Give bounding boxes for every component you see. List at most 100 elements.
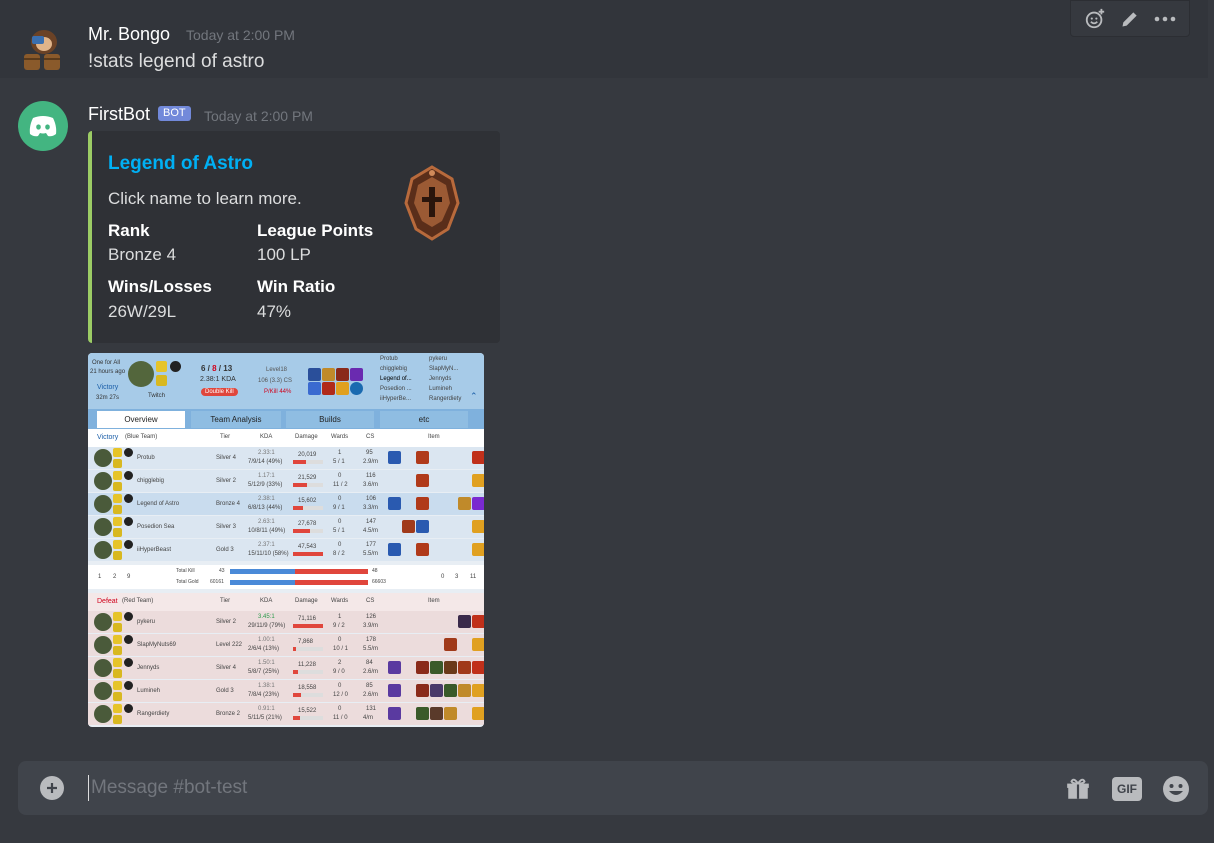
player-tier: Level 222 — [216, 642, 243, 648]
team-result: Defeat — [97, 598, 118, 605]
rune-icon — [124, 471, 133, 480]
player-wards-detail: 9 / 2 — [333, 623, 345, 629]
message-author[interactable]: Mr. Bongo — [88, 24, 170, 45]
column-header: Damage — [295, 598, 318, 604]
player-wards-detail: 12 / 0 — [333, 692, 349, 698]
more-options-icon[interactable] — [1151, 5, 1179, 33]
spell-icon — [113, 528, 122, 537]
item-icon — [402, 520, 415, 533]
avatar-firstbot[interactable] — [18, 101, 68, 151]
message-input[interactable] — [88, 775, 988, 801]
player-wards: 0 — [338, 683, 342, 689]
player-cs: 131 — [366, 706, 377, 712]
emoji-picker-icon[interactable] — [1162, 775, 1190, 803]
player-wards: 2 — [338, 660, 342, 666]
player-wards-detail: 11 / 0 — [333, 715, 348, 721]
player-tier: Silver 4 — [216, 455, 237, 461]
embed-field-name: Win Ratio — [257, 277, 336, 296]
tab-etc: etc — [380, 411, 468, 428]
item-icon — [430, 661, 443, 674]
player-kda-ratio: 2.33:1 — [258, 450, 275, 456]
team-list-right: pykeru SlapMyN... Jennyds Lumineh Ranger… — [420, 356, 466, 406]
team-member-name: Lumineh — [429, 386, 453, 392]
player-cs: 147 — [366, 519, 377, 525]
player-wards-detail: 11 / 2 — [333, 482, 348, 488]
column-header: Wards — [331, 434, 349, 440]
player-cs-detail: 3.6/m — [363, 482, 379, 488]
team-totals: 1 2 9 Total Kill 43 48 Total Gold 60161 … — [88, 565, 484, 589]
item-icon — [458, 615, 471, 628]
spell-icon — [113, 471, 122, 480]
total-kill-bar — [230, 569, 368, 574]
avatar-mr-bongo[interactable] — [22, 24, 66, 72]
edit-pencil-icon[interactable] — [1116, 5, 1144, 33]
add-reaction-icon[interactable] — [1081, 5, 1109, 33]
match-screenshot-attachment[interactable]: One for All 21 hours ago Victory 32m 27s… — [88, 353, 484, 727]
message-author[interactable]: FirstBot — [88, 104, 150, 125]
player-kda-ratio: 1.38:1 — [258, 683, 275, 689]
champion-portrait — [94, 449, 112, 467]
damage-bar — [293, 693, 301, 697]
player-row: Jennyds Silver 4 1.50:1 5/8/7 (25%) 11,228 2 9… — [88, 657, 484, 679]
spell-icon — [113, 715, 122, 724]
player-row: iiHyperBeast Gold 3 2.37:1 15/11/10 (58%) 47… — [88, 539, 484, 561]
red-share — [295, 569, 368, 574]
match-time-ago: 21 hours ago — [90, 369, 126, 375]
player-cs: 178 — [366, 637, 377, 643]
player-kda-ratio: 1.50:1 — [258, 660, 275, 666]
player-wards-detail: 5 / 1 — [333, 528, 345, 534]
column-header: Damage — [295, 434, 318, 440]
item-icon — [416, 520, 429, 533]
spell-icon — [113, 646, 122, 655]
total-kill-label: Total Kill — [176, 568, 195, 574]
item-icon — [458, 497, 471, 510]
damage-bar — [293, 529, 310, 533]
blue-team-header: Victory (Blue Team) Tier KDA Damage Ward… — [88, 429, 484, 447]
spell-icon — [113, 517, 122, 526]
objective-count: 2 — [113, 574, 117, 580]
embed-field-value: 26W/29L — [108, 302, 177, 321]
player-name: iiHyperBeast — [137, 547, 172, 553]
blue-share — [230, 580, 295, 585]
player-kda-detail: 5/12/9 (33%) — [248, 482, 283, 488]
damage-bar — [293, 624, 323, 628]
kda-kills: 6 — [201, 364, 206, 373]
player-kda-detail: 7/8/4 (23%) — [248, 692, 280, 698]
gift-icon[interactable] — [1064, 775, 1092, 803]
item-icon — [458, 661, 471, 674]
player-wards: 0 — [338, 542, 342, 548]
item-icon — [472, 707, 484, 720]
spell-icon — [156, 375, 167, 386]
player-kda-ratio: 2.37:1 — [258, 542, 275, 548]
total-gold-blue: 60161 — [210, 579, 224, 585]
team-result: Victory — [97, 434, 119, 441]
column-header: Wards — [331, 598, 349, 604]
player-name: chigglebig — [137, 478, 165, 484]
gif-picker-button[interactable]: GIF — [1112, 775, 1142, 803]
champion-name: Twitch — [148, 393, 166, 399]
player-wards: 1 — [338, 614, 342, 620]
player-row: Legend of Astro Bronze 4 2.38:1 6/8/13 (44%… — [88, 493, 484, 515]
kda-ratio: 2.38:1 KDA — [200, 376, 236, 383]
column-header: CS — [366, 598, 375, 604]
bronze-rank-emblem-icon[interactable] — [400, 163, 464, 243]
player-cs-detail: 3.3/m — [363, 505, 379, 511]
player-kda-detail: 15/11/10 (58%) — [248, 551, 289, 557]
player-tier: Bronze 4 — [216, 501, 241, 507]
upload-plus-icon[interactable] — [40, 776, 64, 800]
damage-bar — [293, 552, 323, 556]
player-wards-detail: 10 / 1 — [333, 646, 349, 652]
item-icon — [388, 684, 401, 697]
team-member-name: Posedion ... — [380, 386, 412, 392]
creep-score: 106 (3.3) CS — [258, 378, 293, 384]
column-header: KDA — [260, 598, 273, 604]
player-row: chigglebig Silver 2 1.17:1 5/12/9 (33%) 21,5… — [88, 470, 484, 492]
champion-portrait — [94, 518, 112, 536]
team-member-name: iiHyperBe... — [380, 396, 412, 402]
player-kda-detail: 2/6/4 (13%) — [248, 646, 280, 652]
item-icon — [430, 684, 443, 697]
item-icon — [472, 661, 484, 674]
embed-title-link[interactable]: Legend of Astro — [108, 153, 253, 175]
player-cs: 95 — [366, 450, 373, 456]
player-name: Rangerdiety — [137, 711, 170, 717]
